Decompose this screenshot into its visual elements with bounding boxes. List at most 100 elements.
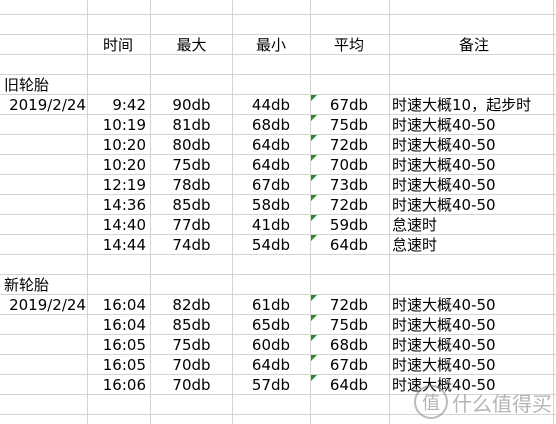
- time-cell[interactable]: 16:04: [88, 315, 146, 335]
- number-as-text-indicator-icon: [311, 355, 317, 361]
- time-cell[interactable]: 16:05: [88, 335, 146, 355]
- note-cell[interactable]: 时速大概40-50: [392, 335, 552, 355]
- max-cell[interactable]: 80db: [152, 135, 231, 155]
- header-min[interactable]: 最小: [233, 35, 309, 55]
- max-cell[interactable]: 81db: [152, 115, 231, 135]
- min-cell[interactable]: 65db: [233, 315, 309, 335]
- max-cell[interactable]: 75db: [152, 155, 231, 175]
- number-as-text-indicator-icon: [311, 215, 317, 221]
- time-cell[interactable]: 14:36: [88, 195, 146, 215]
- avg-cell[interactable]: 72db: [311, 295, 387, 315]
- min-cell[interactable]: 67db: [233, 175, 309, 195]
- time-cell[interactable]: 10:20: [88, 135, 146, 155]
- time-cell[interactable]: 16:05: [88, 355, 146, 375]
- number-as-text-indicator-icon: [311, 175, 317, 181]
- table-row: 16:05 70db 64db 67db 时速大概40-50: [0, 355, 556, 375]
- avg-cell[interactable]: 59db: [311, 215, 387, 235]
- avg-cell[interactable]: 64db: [311, 235, 387, 255]
- watermark-text: 什么值得买: [452, 391, 552, 416]
- table-row: 2019/2/24 9:42 90db 44db 67db 时速大概10，起步时: [0, 95, 556, 115]
- avg-cell[interactable]: 72db: [311, 195, 387, 215]
- avg-cell[interactable]: 75db: [311, 315, 387, 335]
- date-cell[interactable]: 2019/2/24: [0, 95, 86, 115]
- table-row: 10:19 81db 68db 75db 时速大概40-50: [0, 115, 556, 135]
- watermark: 值 什么值得买: [414, 382, 552, 422]
- table-row: 16:05 75db 60db 68db 时速大概40-50: [0, 335, 556, 355]
- min-cell[interactable]: 60db: [233, 335, 309, 355]
- number-as-text-indicator-icon: [311, 335, 317, 341]
- number-as-text-indicator-icon: [311, 315, 317, 321]
- section-label-row: 新轮胎: [0, 275, 556, 295]
- min-cell[interactable]: 54db: [233, 235, 309, 255]
- note-cell[interactable]: 时速大概40-50: [392, 135, 552, 155]
- min-cell[interactable]: 68db: [233, 115, 309, 135]
- note-cell[interactable]: 时速大概40-50: [392, 115, 552, 135]
- note-cell[interactable]: 时速大概40-50: [392, 195, 552, 215]
- number-as-text-indicator-icon: [311, 135, 317, 141]
- note-cell[interactable]: 时速大概10，起步时: [392, 95, 552, 115]
- min-cell[interactable]: 41db: [233, 215, 309, 235]
- section-label[interactable]: 旧轮胎: [4, 75, 49, 95]
- min-cell[interactable]: 58db: [233, 195, 309, 215]
- min-cell[interactable]: 44db: [233, 95, 309, 115]
- spreadsheet-grid[interactable]: 时间 最大 最小 平均 备注 旧轮胎 2019/2/24 9:42 90db 44db 6…: [0, 0, 556, 424]
- max-cell[interactable]: 70db: [152, 375, 231, 395]
- header-avg[interactable]: 平均: [311, 35, 387, 55]
- max-cell[interactable]: 70db: [152, 355, 231, 375]
- number-as-text-indicator-icon: [311, 195, 317, 201]
- number-as-text-indicator-icon: [311, 155, 317, 161]
- header-time[interactable]: 时间: [88, 35, 148, 55]
- time-cell[interactable]: 12:19: [88, 175, 146, 195]
- max-cell[interactable]: 78db: [152, 175, 231, 195]
- section-label[interactable]: 新轮胎: [4, 275, 49, 295]
- avg-cell[interactable]: 67db: [311, 355, 387, 375]
- number-as-text-indicator-icon: [311, 115, 317, 121]
- avg-cell[interactable]: 72db: [311, 135, 387, 155]
- min-cell[interactable]: 64db: [233, 355, 309, 375]
- table-row: 14:40 77db 41db 59db 怠速时: [0, 215, 556, 235]
- min-cell[interactable]: 61db: [233, 295, 309, 315]
- time-cell[interactable]: 16:04: [88, 295, 146, 315]
- max-cell[interactable]: 90db: [152, 95, 231, 115]
- avg-cell[interactable]: 75db: [311, 115, 387, 135]
- time-cell[interactable]: 10:19: [88, 115, 146, 135]
- min-cell[interactable]: 64db: [233, 135, 309, 155]
- note-cell[interactable]: 时速大概40-50: [392, 315, 552, 335]
- note-cell[interactable]: 怠速时: [392, 215, 552, 235]
- note-cell[interactable]: 时速大概40-50: [392, 175, 552, 195]
- avg-cell[interactable]: 73db: [311, 175, 387, 195]
- table-row: 10:20 80db 64db 72db 时速大概40-50: [0, 135, 556, 155]
- header-note[interactable]: 备注: [392, 35, 556, 55]
- time-cell[interactable]: 10:20: [88, 155, 146, 175]
- max-cell[interactable]: 85db: [152, 315, 231, 335]
- avg-cell[interactable]: 68db: [311, 335, 387, 355]
- table-row: 10:20 75db 64db 70db 时速大概40-50: [0, 155, 556, 175]
- table-row: 16:04 85db 65db 75db 时速大概40-50: [0, 315, 556, 335]
- time-cell[interactable]: 16:06: [88, 375, 146, 395]
- table-row: 2019/2/24 16:04 82db 61db 72db 时速大概40-50: [0, 295, 556, 315]
- avg-cell[interactable]: 64db: [311, 375, 387, 395]
- max-cell[interactable]: 75db: [152, 335, 231, 355]
- max-cell[interactable]: 74db: [152, 235, 231, 255]
- note-cell[interactable]: 时速大概40-50: [392, 355, 552, 375]
- max-cell[interactable]: 77db: [152, 215, 231, 235]
- note-cell[interactable]: 时速大概40-50: [392, 295, 552, 315]
- max-cell[interactable]: 85db: [152, 195, 231, 215]
- date-cell[interactable]: 2019/2/24: [0, 295, 86, 315]
- avg-cell[interactable]: 67db: [311, 95, 387, 115]
- min-cell[interactable]: 64db: [233, 155, 309, 175]
- table-row: 14:36 85db 58db 72db 时速大概40-50: [0, 195, 556, 215]
- avg-cell[interactable]: 70db: [311, 155, 387, 175]
- time-cell[interactable]: 9:42: [88, 95, 146, 115]
- time-cell[interactable]: 14:40: [88, 215, 146, 235]
- section-label-row: 旧轮胎: [0, 75, 556, 95]
- header-max[interactable]: 最大: [152, 35, 231, 55]
- table-row: 12:19 78db 67db 73db 时速大概40-50: [0, 175, 556, 195]
- note-cell[interactable]: 怠速时: [392, 235, 552, 255]
- row-divider: [0, 14, 556, 15]
- note-cell[interactable]: 时速大概40-50: [392, 155, 552, 175]
- max-cell[interactable]: 82db: [152, 295, 231, 315]
- time-cell[interactable]: 14:44: [88, 235, 146, 255]
- min-cell[interactable]: 57db: [233, 375, 309, 395]
- number-as-text-indicator-icon: [311, 235, 317, 241]
